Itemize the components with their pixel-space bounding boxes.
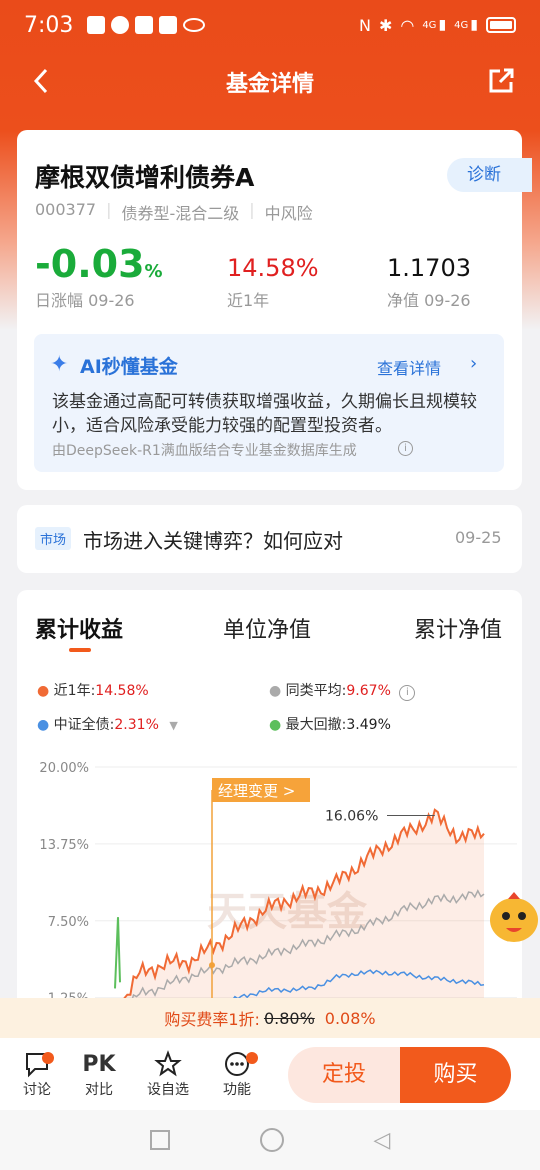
- status-time: 7:03: [24, 12, 74, 38]
- year-return-value: 14.58%: [227, 254, 319, 282]
- dropdown-icon[interactable]: ▼: [169, 719, 177, 732]
- daily-change-value: -0.03: [35, 242, 145, 286]
- bottom-toolbar: 讨论 PK 对比 设自选 功能 定投 购买: [0, 1038, 540, 1110]
- star-add-icon: [154, 1050, 182, 1077]
- nav-value-label: 净值 09-26: [387, 291, 471, 310]
- legend-index[interactable]: ● 中证全债:2.31% ▼: [37, 714, 178, 734]
- sparkle-icon: ✦: [50, 352, 69, 377]
- legend-peer-label: 同类平均:: [285, 683, 347, 699]
- max-annotation-label: 16.06%: [325, 808, 378, 824]
- fee-promo-label: 购买费率1折:: [164, 1010, 260, 1029]
- wifi-icon: ◠: [400, 15, 415, 35]
- app-notification-icon: [87, 16, 106, 34]
- pk-icon: PK: [82, 1051, 116, 1077]
- share-icon[interactable]: [486, 66, 516, 96]
- fund-area: [116, 809, 484, 1010]
- ai-summary-box[interactable]: ✦ AI秒懂基金 查看详情 › 该基金通过高配可转债获取增强收益，久期偏长且规模…: [34, 334, 504, 472]
- fund-risk: 中风险: [264, 204, 313, 223]
- legend-drawdown-label: 最大回撤:: [285, 717, 347, 733]
- signal-icon-1: ▮: [438, 17, 447, 33]
- nfc-icon: N: [358, 15, 371, 35]
- fund-code: 000377: [35, 200, 97, 219]
- recent-apps-icon[interactable]: [149, 1130, 170, 1150]
- daily-change: -0.03%: [35, 242, 163, 286]
- functions-button[interactable]: 功能: [206, 1049, 268, 1099]
- ai-detail-link[interactable]: 查看详情: [377, 355, 441, 379]
- ai-text: 该基金通过高配可转债获取增强收益，久期偏长且规模较小，适合风险承受能力较强的配置…: [52, 392, 477, 436]
- invest-button[interactable]: 定投: [288, 1047, 400, 1103]
- compare-label: 对比: [85, 1082, 113, 1098]
- functions-label: 功能: [223, 1082, 251, 1098]
- ai-summary-card: ✦ AI秒懂基金 查看详情 › 该基金通过高配可转债获取增强收益，久期偏长且规模…: [17, 330, 522, 490]
- bluetooth-icon: ✱: [378, 15, 393, 35]
- navigation-bar: 基金详情: [0, 52, 540, 112]
- status-bar: 7:03 N ✱ ◠ 4G ▮ 4G ▮: [0, 0, 540, 50]
- y-tick-label: 20.00%: [39, 761, 89, 776]
- tab-underline: [69, 648, 91, 652]
- discuss-label: 讨论: [23, 1082, 51, 1098]
- legend-drawdown-value: 3.49%: [346, 717, 391, 733]
- alipay-icon: [135, 16, 154, 34]
- tab-cumulative-return[interactable]: 累计收益: [35, 612, 123, 644]
- news-tag: 市场: [35, 527, 72, 550]
- system-navigation-bar: ◁: [0, 1110, 540, 1170]
- nav-value: 1.1703: [387, 254, 471, 282]
- fund-summary-card: 摩根双债增利债券A 诊断 000377 | 债券型-混合二级 | 中风险 -0.…: [17, 130, 532, 330]
- fee-old: 0.80%: [263, 1008, 315, 1028]
- notification-dot: [246, 1052, 258, 1064]
- legend-info-icon[interactable]: i: [399, 685, 416, 701]
- notification-dot: [42, 1052, 54, 1064]
- chart-card: 累计收益 单位净值 累计净值 ● 近1年:14.58% ● 同类平均:9.67%…: [17, 590, 522, 1010]
- eye-icon: [183, 18, 206, 32]
- y-tick-label: 7.50%: [48, 915, 89, 930]
- signal-icon-2: ▮: [470, 17, 478, 33]
- drawdown-segment: [114, 917, 121, 989]
- fee-promo-bar: 购买费率1折: 0.80% 0.08%: [0, 998, 540, 1038]
- page-title: 基金详情: [225, 72, 314, 97]
- news-title: 市场进入关键博弈？如何应对: [83, 529, 343, 553]
- daily-change-unit: %: [144, 261, 163, 282]
- tab-cumulative-nav[interactable]: 累计净值: [414, 612, 502, 644]
- legend-index-value: 2.31%: [114, 717, 159, 733]
- diagnose-button[interactable]: 诊断: [447, 158, 532, 192]
- discuss-button[interactable]: 讨论: [6, 1049, 68, 1099]
- signal-label-1: 4G: [422, 19, 437, 31]
- legend-fund-value: 14.58%: [95, 683, 149, 699]
- legend-drawdown: ● 最大回撤:3.49%: [269, 717, 391, 733]
- news-date: 09-25: [455, 528, 502, 547]
- y-tick-label: 13.75%: [39, 838, 89, 853]
- news-card[interactable]: 市场 市场进入关键博弈？如何应对 09-25: [17, 505, 522, 573]
- return-chart[interactable]: 20.00%13.75%7.50%1.25%天天基金经理变更 >16.06%0.…: [17, 750, 522, 1010]
- battery-icon: [486, 17, 516, 33]
- info-icon[interactable]: i: [398, 441, 413, 456]
- buy-button[interactable]: 购买: [400, 1047, 511, 1103]
- year-return-label: 近1年: [227, 291, 270, 310]
- legend-peer: ● 同类平均:9.67% i: [269, 680, 416, 701]
- chevron-right-icon: ›: [470, 353, 478, 374]
- compare-button[interactable]: PK 对比: [68, 1049, 130, 1099]
- ai-title: AI秒懂基金: [80, 356, 178, 378]
- fee-new: 0.08%: [324, 1008, 376, 1028]
- legend-fund: ● 近1年:14.58%: [37, 683, 149, 699]
- legend-fund-label: 近1年:: [53, 683, 96, 699]
- watchlist-button[interactable]: 设自选: [130, 1049, 206, 1099]
- legend-index-label: 中证全债:: [53, 717, 115, 733]
- signal-label-2: 4G: [454, 19, 469, 31]
- weibo-icon: [111, 16, 130, 34]
- fund-name: 摩根双债增利债券A: [35, 163, 255, 192]
- watchlist-label: 设自选: [147, 1082, 189, 1098]
- mascot-icon[interactable]: [488, 890, 540, 945]
- legend-peer-value: 9.67%: [346, 683, 391, 699]
- notification-icons: [87, 16, 206, 34]
- back-icon[interactable]: [28, 66, 54, 96]
- ai-source: 由DeepSeek-R1满血版结合专业基金数据库生成: [52, 443, 357, 459]
- manager-change-label: 经理变更 >: [218, 782, 295, 800]
- back-nav-icon[interactable]: ◁: [374, 1128, 391, 1153]
- tab-unit-nav[interactable]: 单位净值: [223, 612, 311, 644]
- daily-change-label: 日涨幅 09-26: [35, 291, 135, 310]
- manager-change-point: [209, 962, 215, 969]
- home-icon[interactable]: [259, 1128, 284, 1152]
- app2-icon: [159, 16, 178, 34]
- fund-type: 债券型-混合二级: [121, 204, 240, 223]
